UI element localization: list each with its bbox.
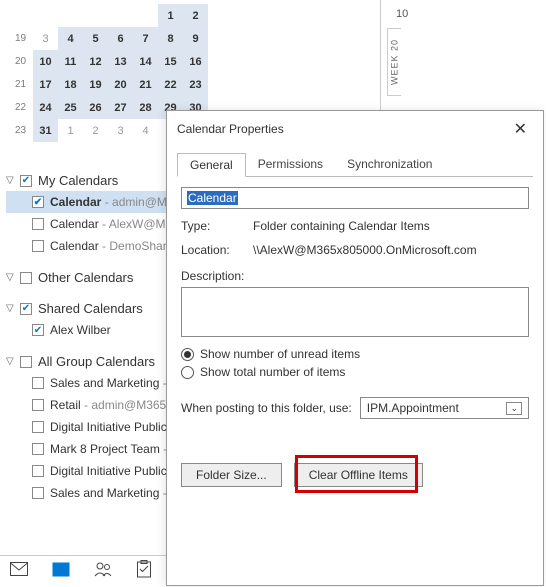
radio-total-items[interactable] <box>181 366 194 379</box>
type-label: Type: <box>181 219 253 233</box>
description-label: Description: <box>181 269 244 283</box>
checkbox[interactable]: ✔ <box>20 303 32 315</box>
folder-name-input[interactable]: Calendar <box>181 187 529 209</box>
calendar-day[interactable]: 19 <box>83 73 108 96</box>
checkbox[interactable] <box>32 240 44 252</box>
calendar-day[interactable]: 25 <box>58 96 83 119</box>
calendar-day[interactable]: 12 <box>83 50 108 73</box>
checkbox[interactable] <box>32 487 44 499</box>
dialog-title: Calendar Properties <box>177 122 284 136</box>
week-badge[interactable]: WEEK 20 <box>387 28 401 96</box>
calendar-icon[interactable] <box>52 561 70 582</box>
type-value: Folder containing Calendar Items <box>253 219 430 233</box>
calendar-day[interactable]: 17 <box>33 73 58 96</box>
calendar-day[interactable]: 28 <box>133 96 158 119</box>
posting-select[interactable]: IPM.Appointment ⌄ <box>360 397 529 419</box>
calendar-day[interactable]: 22 <box>158 73 183 96</box>
calendar-day[interactable]: 31 <box>33 119 58 142</box>
chevron-down-icon: ▽ <box>6 175 20 186</box>
checkbox[interactable] <box>32 377 44 389</box>
calendar-day[interactable]: 10 <box>33 50 58 73</box>
radio-unread-items[interactable] <box>181 348 194 361</box>
calendar-day[interactable]: 1 <box>58 119 83 142</box>
calendar-day[interactable]: 3 <box>108 119 133 142</box>
calendar-day[interactable]: 27 <box>108 96 133 119</box>
tab-general[interactable]: General <box>177 153 246 177</box>
calendar-day[interactable]: 24 <box>33 96 58 119</box>
calendar-day[interactable]: 14 <box>133 50 158 73</box>
checkbox[interactable] <box>20 272 32 284</box>
chevron-down-icon: ▽ <box>6 272 20 283</box>
calendar-day[interactable]: 13 <box>108 50 133 73</box>
folder-size-button[interactable]: Folder Size... <box>181 463 282 487</box>
chevron-down-icon: ▽ <box>6 356 20 367</box>
checkbox[interactable] <box>20 356 32 368</box>
tasks-icon[interactable] <box>136 560 152 583</box>
calendar-day[interactable]: 3 <box>33 27 58 50</box>
chevron-down-icon: ⌄ <box>506 402 522 415</box>
calendar-properties-dialog: Calendar Properties ✕ General Permission… <box>166 110 544 586</box>
calendar-day[interactable]: 26 <box>83 96 108 119</box>
checkbox[interactable]: ✔ <box>32 196 44 208</box>
posting-label: When posting to this folder, use: <box>181 401 352 415</box>
calendar-day[interactable]: 8 <box>158 27 183 50</box>
people-icon[interactable] <box>94 561 112 582</box>
checkbox[interactable]: ✔ <box>32 324 44 336</box>
calendar-day[interactable]: 11 <box>58 50 83 73</box>
checkbox[interactable] <box>32 218 44 230</box>
checkbox[interactable] <box>32 443 44 455</box>
dialog-tabs: General Permissions Synchronization <box>177 153 533 177</box>
calendar-day[interactable]: 6 <box>108 27 133 50</box>
tab-synchronization[interactable]: Synchronization <box>335 153 444 176</box>
calendar-day[interactable]: 16 <box>183 50 208 73</box>
calendar-day[interactable]: 5 <box>83 27 108 50</box>
calendar-day[interactable]: 9 <box>183 27 208 50</box>
calendar-day[interactable]: 18 <box>58 73 83 96</box>
chevron-down-icon: ▽ <box>6 303 20 314</box>
location-label: Location: <box>181 243 253 257</box>
checkbox[interactable] <box>32 465 44 477</box>
calendar-day[interactable]: 4 <box>133 119 158 142</box>
day-number: 10 <box>396 8 408 20</box>
close-icon[interactable]: ✕ <box>508 117 533 141</box>
mail-icon[interactable] <box>10 562 28 581</box>
calendar-day[interactable]: 15 <box>158 50 183 73</box>
calendar-day[interactable]: 7 <box>133 27 158 50</box>
location-value: \\AlexW@M365x805000.OnMicrosoft.com <box>253 243 477 257</box>
tab-permissions[interactable]: Permissions <box>246 153 335 176</box>
calendar-day[interactable]: 20 <box>108 73 133 96</box>
calendar-day[interactable]: 21 <box>133 73 158 96</box>
calendar-day[interactable]: 2 <box>83 119 108 142</box>
checkbox[interactable] <box>32 399 44 411</box>
calendar-day[interactable]: 4 <box>58 27 83 50</box>
checkbox[interactable]: ✔ <box>20 175 32 187</box>
description-input[interactable] <box>181 287 529 337</box>
calendar-day[interactable]: 23 <box>183 73 208 96</box>
clear-offline-button[interactable]: Clear Offline Items <box>294 463 423 487</box>
schedule-view: 10 <box>380 0 546 110</box>
checkbox[interactable] <box>32 421 44 433</box>
